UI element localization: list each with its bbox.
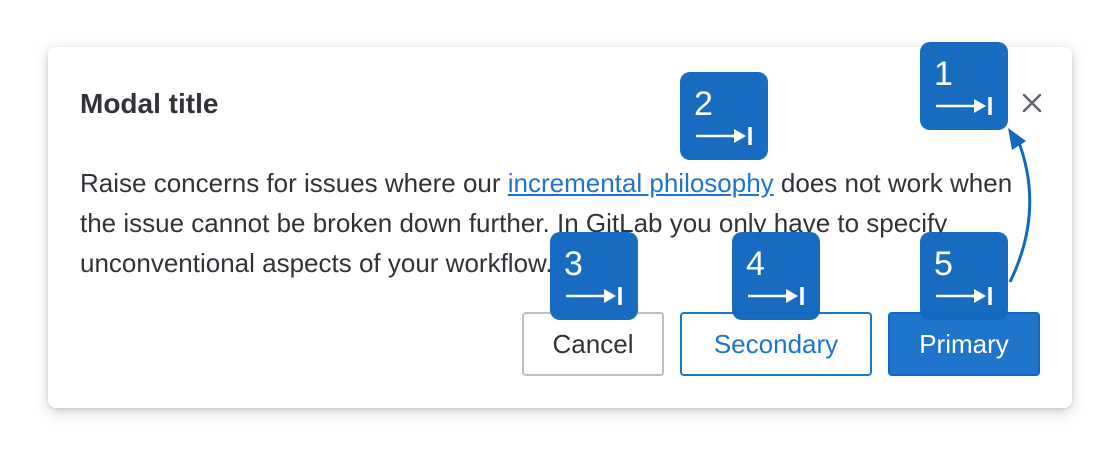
secondary-button[interactable]: Secondary <box>680 312 872 376</box>
cancel-button[interactable]: Cancel <box>522 312 664 376</box>
focus-step-number: 5 <box>934 245 953 283</box>
modal-dialog: Modal title Raise concerns for issues wh… <box>48 47 1072 408</box>
focus-step-badge-3: 3 <box>550 232 638 320</box>
focus-step-number: 1 <box>934 55 953 93</box>
modal-title: Modal title <box>80 88 219 119</box>
close-icon <box>1022 93 1042 113</box>
tab-key-icon <box>936 287 992 305</box>
focus-step-badge-4: 4 <box>732 232 820 320</box>
focus-step-badge-1: 1 <box>920 42 1008 130</box>
body-text-start: Raise concerns for issues where our <box>80 168 508 198</box>
tab-key-icon <box>566 287 622 305</box>
focus-step-badge-2: 2 <box>680 72 768 160</box>
focus-step-number: 2 <box>694 85 713 123</box>
tab-key-icon <box>748 287 804 305</box>
close-button[interactable] <box>1014 85 1050 121</box>
incremental-philosophy-link[interactable]: incremental philosophy <box>508 168 774 198</box>
focus-step-number: 4 <box>746 245 765 283</box>
tab-key-icon <box>936 97 992 115</box>
focus-step-badge-5: 5 <box>920 232 1008 320</box>
focus-step-number: 3 <box>564 245 583 283</box>
primary-button[interactable]: Primary <box>888 312 1040 376</box>
tab-key-icon <box>696 127 752 145</box>
